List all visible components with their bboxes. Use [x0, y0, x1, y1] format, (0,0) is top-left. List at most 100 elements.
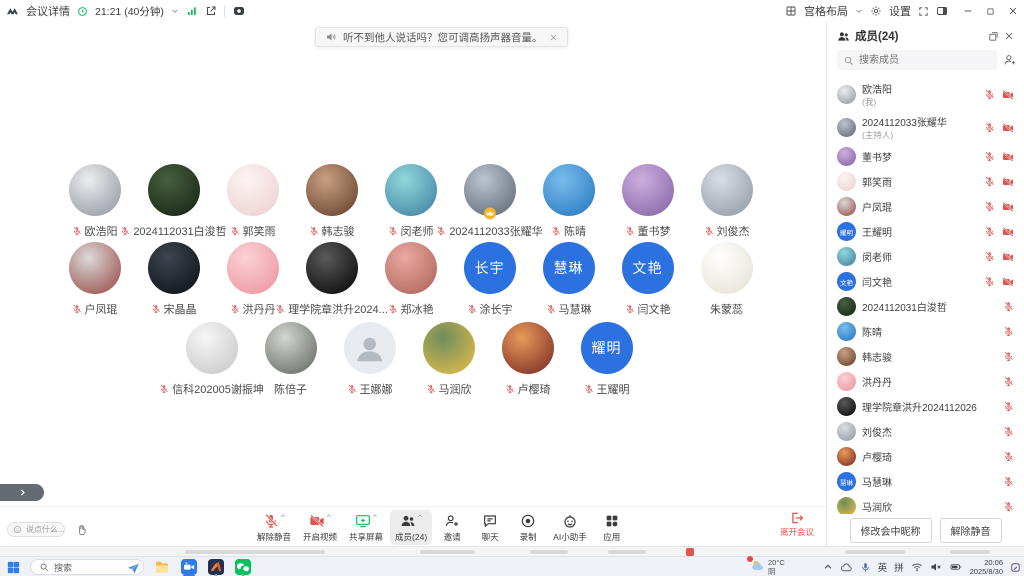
- camera-off-icon[interactable]: [1002, 89, 1014, 101]
- member-row[interactable]: 刘俊杰: [827, 419, 1024, 444]
- mic-muted-icon[interactable]: [984, 251, 995, 262]
- member-row[interactable]: 董书梦: [827, 144, 1024, 169]
- settings-button[interactable]: 设置: [889, 3, 911, 19]
- participant-tile[interactable]: 郭笑雨: [213, 164, 292, 239]
- network-signal-icon[interactable]: [186, 5, 198, 17]
- member-row[interactable]: 慧琳马慧琳: [827, 469, 1024, 494]
- member-row[interactable]: 理学院章洪升2024112026: [827, 394, 1024, 419]
- participant-tile[interactable]: 户凤琨: [55, 242, 134, 317]
- member-row[interactable]: 耀明王耀明: [827, 219, 1024, 244]
- mic-muted-icon[interactable]: [984, 89, 995, 100]
- participant-tile[interactable]: 理学院章洪升2024...: [292, 242, 371, 317]
- volume-muted-icon[interactable]: [930, 561, 942, 573]
- meeting-details-link[interactable]: 会议详情: [26, 3, 70, 19]
- mic-muted-icon[interactable]: [984, 226, 995, 237]
- participant-tile[interactable]: 长宇涂长宇: [450, 242, 529, 317]
- taskbar-weather[interactable]: 20°C 阴: [750, 558, 785, 576]
- mic-muted-icon[interactable]: [1003, 301, 1014, 312]
- start-button[interactable]: [6, 560, 21, 575]
- share-window-icon[interactable]: [205, 5, 217, 17]
- notification-icon[interactable]: [1010, 562, 1021, 573]
- layout-switch-button[interactable]: 宫格布局: [804, 3, 848, 19]
- doc-capture-icon[interactable]: [232, 5, 246, 17]
- close-panel-icon[interactable]: [1004, 31, 1014, 41]
- chevron-up-icon[interactable]: [372, 513, 378, 519]
- chat-input[interactable]: 说点什么...: [7, 522, 65, 537]
- popout-panel-icon[interactable]: [988, 31, 999, 42]
- toolbar-members-button[interactable]: 成员(24): [390, 510, 432, 545]
- mic-muted-icon[interactable]: [1003, 501, 1014, 512]
- toolbar-ai-button[interactable]: AI小助手: [548, 510, 592, 545]
- camera-off-icon[interactable]: [1002, 176, 1014, 188]
- fullscreen-icon[interactable]: [918, 6, 929, 17]
- tray-overflow-icon[interactable]: [823, 562, 833, 572]
- mic-muted-icon[interactable]: [984, 276, 995, 287]
- chevron-up-icon[interactable]: [280, 513, 286, 519]
- toolbar-chat-button[interactable]: 聊天: [472, 510, 508, 545]
- participant-tile[interactable]: 文艳闫文艳: [608, 242, 687, 317]
- meeting-app[interactable]: [180, 558, 198, 576]
- unmute-button[interactable]: 解除静音: [940, 518, 1002, 543]
- ime-pinyin-indicator[interactable]: 拼: [894, 560, 904, 574]
- participant-tile[interactable]: 郑冰艳: [371, 242, 450, 317]
- onedrive-icon[interactable]: [840, 561, 853, 574]
- participant-tile[interactable]: 2024112031白浚哲: [134, 164, 213, 239]
- participant-tile[interactable]: 宋晶晶: [134, 242, 213, 317]
- toolbar-screen-share-button[interactable]: 共享屏幕: [344, 510, 388, 545]
- toolbar-apps-button[interactable]: 应用: [594, 510, 630, 545]
- member-row[interactable]: 闵老师: [827, 244, 1024, 269]
- wifi-icon[interactable]: [911, 561, 923, 573]
- participant-tile[interactable]: 陈晴: [529, 164, 608, 239]
- mic-muted-icon[interactable]: [1003, 401, 1014, 412]
- toolbar-record-button[interactable]: 录制: [510, 510, 546, 545]
- camera-off-icon[interactable]: [1002, 251, 1014, 263]
- battery-icon[interactable]: [949, 561, 963, 573]
- participant-tile[interactable]: 王娜娜: [330, 322, 409, 397]
- participant-tile[interactable]: 卢樱琦: [488, 322, 567, 397]
- toolbar-camera-off-button[interactable]: 开启视频: [298, 510, 342, 545]
- ime-lang-indicator[interactable]: 英: [878, 560, 888, 574]
- participant-tile[interactable]: 2024112033张耀华: [450, 164, 529, 239]
- member-row[interactable]: 欧浩阳(我): [827, 78, 1024, 111]
- matlab-app[interactable]: [207, 558, 225, 576]
- chevron-up-icon[interactable]: [326, 513, 332, 519]
- participant-tile[interactable]: 刘俊杰: [687, 164, 766, 239]
- participant-tile[interactable]: 陈倍子: [251, 322, 330, 397]
- tray-mic-icon[interactable]: [860, 562, 871, 573]
- participant-tile[interactable]: 慧琳马慧琳: [529, 242, 608, 317]
- reaction-button[interactable]: [73, 522, 91, 537]
- mic-muted-icon[interactable]: [1003, 451, 1014, 462]
- mic-muted-icon[interactable]: [984, 201, 995, 212]
- camera-off-icon[interactable]: [1002, 276, 1014, 288]
- participant-tile[interactable]: 信科202005谢振坤: [172, 322, 251, 397]
- duration-chevron-icon[interactable]: [171, 7, 179, 15]
- chat-expand-flag[interactable]: [0, 484, 44, 501]
- taskbar-clock[interactable]: 20:06 2025/8/30: [970, 558, 1003, 576]
- file-explorer-app[interactable]: [153, 558, 171, 576]
- member-row[interactable]: 韩志骏: [827, 344, 1024, 369]
- mic-muted-icon[interactable]: [1003, 476, 1014, 487]
- rename-button[interactable]: 修改会中昵称: [850, 518, 932, 543]
- member-row[interactable]: 洪丹丹: [827, 369, 1024, 394]
- minimize-button[interactable]: [963, 6, 973, 16]
- member-row[interactable]: 陈晴: [827, 319, 1024, 344]
- gear-icon[interactable]: [870, 5, 882, 17]
- chevron-up-icon[interactable]: [417, 513, 423, 519]
- participant-tile[interactable]: 朱蒙蕊: [687, 242, 766, 317]
- leave-meeting-button[interactable]: 离开会议: [780, 511, 814, 538]
- mic-muted-icon[interactable]: [1003, 426, 1014, 437]
- member-row[interactable]: 郭笑雨: [827, 169, 1024, 194]
- member-row[interactable]: 马润欣: [827, 494, 1024, 514]
- member-row[interactable]: 户凤琨: [827, 194, 1024, 219]
- close-window-button[interactable]: [1008, 6, 1018, 16]
- layout-grid-icon[interactable]: [785, 5, 797, 17]
- mic-muted-icon[interactable]: [1003, 351, 1014, 362]
- participant-tile[interactable]: 耀明王耀明: [567, 322, 646, 397]
- camera-off-icon[interactable]: [1002, 226, 1014, 238]
- mic-muted-icon[interactable]: [984, 176, 995, 187]
- toolbar-invite-button[interactable]: 邀请: [434, 510, 470, 545]
- camera-off-icon[interactable]: [1002, 201, 1014, 213]
- mic-muted-icon[interactable]: [984, 122, 995, 133]
- member-row[interactable]: 文艳闫文艳: [827, 269, 1024, 294]
- mic-muted-icon[interactable]: [984, 151, 995, 162]
